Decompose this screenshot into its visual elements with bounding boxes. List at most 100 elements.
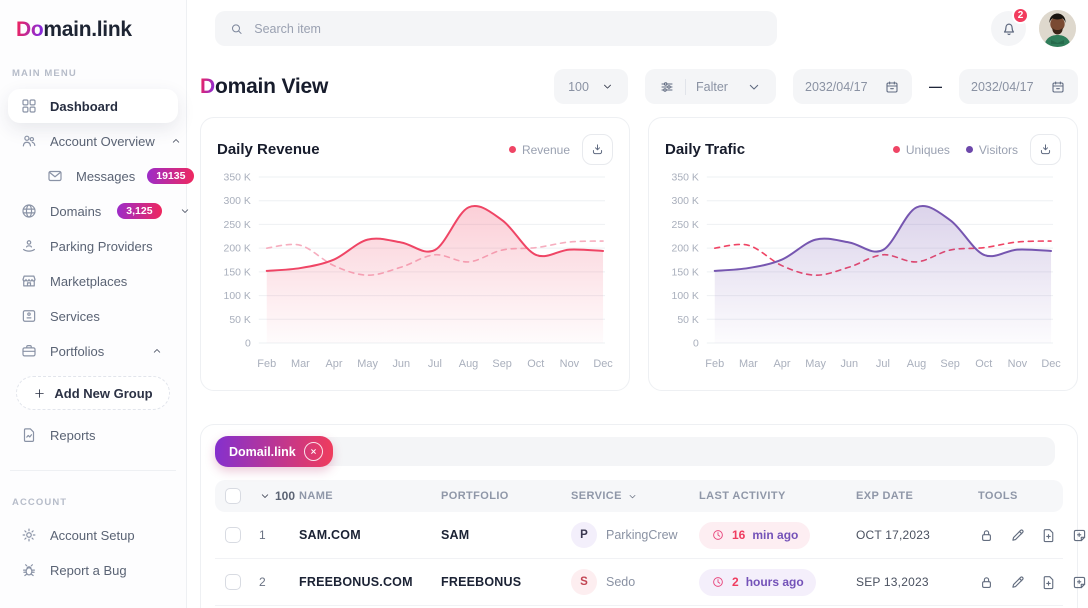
remove-tag-button[interactable] — [304, 442, 323, 461]
divider — [685, 79, 686, 95]
sidebar-item-services[interactable]: Services — [8, 299, 178, 333]
notification-badge: 2 — [1012, 7, 1029, 24]
chevron-down-icon — [259, 490, 271, 502]
last-activity-pill: 16min ago — [699, 522, 810, 549]
domains-table-card: Domail.link 100NAMEPORTFOLIOSERVICELAST … — [200, 424, 1078, 608]
lock-icon[interactable] — [978, 527, 995, 544]
sidebar-item-report-a-bug[interactable]: Report a Bug — [8, 553, 178, 587]
row-checkbox[interactable] — [225, 527, 241, 543]
sidebar-item-portfolios[interactable]: Portfolios — [8, 334, 178, 368]
column-header-exp-date: EXP DATE — [856, 490, 978, 502]
search-input[interactable] — [254, 22, 763, 36]
user-avatar[interactable] — [1039, 10, 1076, 47]
service-name: Sedo — [606, 575, 635, 589]
lock-icon[interactable] — [978, 574, 995, 591]
column-header-last-activity: LAST ACTIVITY — [699, 490, 856, 502]
search-bar[interactable] — [215, 11, 777, 46]
sidebar: Domain.link MAIN MENU DashboardAccount Ov… — [0, 0, 187, 608]
app-window: Domain.link MAIN MENU DashboardAccount Ov… — [0, 0, 1088, 608]
date-from-picker[interactable]: 2032/04/17 — [793, 69, 912, 104]
sidebar-item-parking-providers[interactable]: Parking Providers — [8, 229, 178, 263]
sidebar-item-domains[interactable]: Domains3,125 — [8, 194, 178, 228]
column-header-tools: TOOLS — [978, 490, 1063, 502]
sidebar-item-add-new-group[interactable]: Add New Group — [16, 376, 170, 410]
filter-dropdown[interactable]: Falter — [645, 69, 776, 104]
rows-count-dropdown[interactable]: 100 — [259, 489, 299, 503]
clock-icon — [711, 528, 725, 542]
chart-download-button[interactable] — [1030, 134, 1061, 165]
service-initial-badge: S — [571, 569, 597, 595]
chart-card-daily-revenue: Daily RevenueRevenue350 K300 K250 K200 K… — [200, 117, 630, 391]
chart-title: Daily Trafic — [665, 141, 745, 158]
select-all-checkbox[interactable] — [225, 488, 241, 504]
chart-plot: 350 K300 K250 K200 K150 K100 K50 K0FebMa… — [665, 167, 1061, 379]
svg-text:Jun: Jun — [840, 358, 858, 370]
svg-text:Nov: Nov — [560, 358, 580, 370]
activity-unit: hours ago — [746, 575, 804, 589]
svg-text:Feb: Feb — [705, 358, 724, 370]
svg-text:200 K: 200 K — [224, 244, 251, 255]
notifications-button[interactable]: 2 — [991, 11, 1026, 46]
svg-text:Feb: Feb — [257, 358, 276, 370]
svg-text:250 K: 250 K — [672, 220, 699, 231]
page-header: Domain View 100 Falter 2032/04/17 — [200, 69, 1078, 104]
sidebar-item-label: Messages — [76, 169, 135, 184]
calendar-icon — [1050, 79, 1066, 95]
page-controls: 100 Falter 2032/04/17 — — [554, 69, 1078, 104]
date-to-value: 2032/04/17 — [971, 80, 1034, 94]
chart-plot: 350 K300 K250 K200 K150 K100 K50 K0FebMa… — [217, 167, 613, 379]
sidebar-item-label: Reports — [50, 428, 96, 443]
logo-rest: main.link — [43, 18, 131, 41]
legend-label: Revenue — [522, 143, 570, 157]
svg-text:100 K: 100 K — [224, 291, 251, 302]
note-plus-icon[interactable] — [1071, 574, 1088, 591]
svg-text:Nov: Nov — [1008, 358, 1028, 370]
row-checkbox[interactable] — [225, 574, 241, 590]
chart-legend: UniquesVisitors — [893, 143, 1018, 157]
svg-text:150 K: 150 K — [224, 267, 251, 278]
parking-icon — [20, 237, 38, 255]
sidebar-item-label: Domains — [50, 204, 101, 219]
table-row[interactable]: 1SAM.COMSAMPParkingCrew16min agoOCT 17,2… — [215, 512, 1063, 559]
svg-text:300 K: 300 K — [224, 196, 251, 207]
svg-text:Sep: Sep — [492, 358, 511, 370]
pencil-icon[interactable] — [1009, 527, 1026, 544]
file-plus-icon[interactable] — [1040, 527, 1057, 544]
sidebar-item-dashboard[interactable]: Dashboard — [8, 89, 178, 123]
sidebar-item-account-overview[interactable]: Account Overview — [8, 124, 178, 158]
dashboard-icon — [20, 97, 38, 115]
svg-text:Apr: Apr — [325, 358, 342, 370]
logo-accent: Do — [16, 18, 43, 41]
page-size-select[interactable]: 100 — [554, 69, 628, 104]
tools-cell — [978, 527, 1088, 544]
sidebar-item-marketplaces[interactable]: Marketplaces — [8, 264, 178, 298]
sidebar-section-label: MAIN MENU — [0, 68, 186, 79]
svg-text:150 K: 150 K — [672, 267, 699, 278]
column-header-service[interactable]: SERVICE — [571, 490, 699, 502]
services-icon — [20, 307, 38, 325]
exp-date: OCT 17,2023 — [856, 528, 978, 542]
legend-dot-icon — [966, 146, 973, 153]
domain-name: SAM.COM — [299, 528, 441, 542]
svg-text:Apr: Apr — [773, 358, 790, 370]
sidebar-item-reports[interactable]: Reports — [8, 418, 178, 452]
rows-count-value: 100 — [275, 489, 295, 503]
legend-dot-icon — [509, 146, 516, 153]
users-icon — [20, 132, 38, 150]
pencil-icon[interactable] — [1009, 574, 1026, 591]
last-activity-cell: 2hours ago — [699, 569, 856, 596]
app-logo[interactable]: Domain.link — [0, 14, 186, 42]
sidebar-item-messages[interactable]: Messages19135 — [34, 159, 178, 193]
svg-text:Aug: Aug — [459, 358, 478, 370]
chart-download-button[interactable] — [582, 134, 613, 165]
note-plus-icon[interactable] — [1071, 527, 1088, 544]
table-row[interactable]: 2FREEBONUS.COMFREEBONUSSSedo2hours agoSE… — [215, 559, 1063, 606]
file-plus-icon[interactable] — [1040, 574, 1057, 591]
chart-title: Daily Revenue — [217, 141, 320, 158]
sidebar-item-account-setup[interactable]: Account Setup — [8, 518, 178, 552]
svg-text:May: May — [357, 358, 378, 370]
exp-date: SEP 13,2023 — [856, 575, 978, 589]
legend-label: Uniques — [906, 143, 950, 157]
active-filter-tag[interactable]: Domail.link — [215, 436, 333, 467]
date-to-picker[interactable]: 2032/04/17 — [959, 69, 1078, 104]
